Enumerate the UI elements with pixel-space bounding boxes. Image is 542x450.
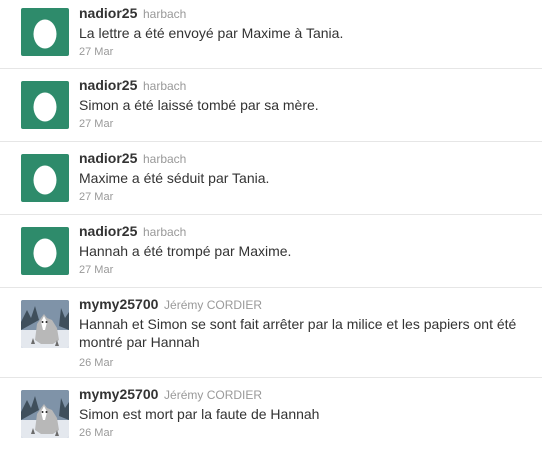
wolf-photo-avatar-icon[interactable] [21, 300, 69, 348]
username[interactable]: mymy25700 [79, 296, 158, 312]
timestamp[interactable]: 26 Mar [79, 356, 532, 370]
display-name[interactable]: harbach [143, 225, 186, 239]
tweet-item[interactable]: nadior25 harbach Simon a été laissé tomb… [0, 69, 542, 142]
tweet-item[interactable]: nadior25 harbach Maxime a été séduit par… [0, 142, 542, 215]
username[interactable]: nadior25 [79, 5, 137, 21]
tweet-text: La lettre a été envoyé par Maxime à Tani… [79, 25, 344, 41]
tweet-text: Simon est mort par la faute de Hannah [79, 406, 320, 422]
default-egg-avatar-icon[interactable] [21, 8, 69, 56]
display-name[interactable]: Jérémy CORDIER [164, 388, 262, 402]
display-name[interactable]: harbach [143, 79, 186, 93]
default-egg-avatar-icon[interactable] [21, 227, 69, 275]
tweet-item[interactable]: nadior25 harbach Hannah a été trompé par… [0, 215, 542, 288]
tweet-item[interactable]: nadior25 harbach La lettre a été envoyé … [0, 0, 542, 69]
username[interactable]: nadior25 [79, 223, 137, 239]
timestamp[interactable]: 27 Mar [79, 263, 532, 277]
tweet-text: Hannah a été trompé par Maxime. [79, 243, 292, 259]
tweet-item[interactable]: mymy25700 Jérémy CORDIER Simon est mort … [0, 378, 542, 450]
tweet-text: Maxime a été séduit par Tania. [79, 170, 270, 186]
display-name[interactable]: Jérémy CORDIER [164, 298, 262, 312]
timestamp[interactable]: 27 Mar [79, 190, 532, 204]
username[interactable]: nadior25 [79, 150, 137, 166]
tweet-text: Hannah et Simon se sont fait arrêter par… [79, 316, 517, 350]
timestamp[interactable]: 27 Mar [79, 45, 532, 59]
tweet-item[interactable]: mymy25700 Jérémy CORDIER Hannah et Simon… [0, 288, 542, 378]
display-name[interactable]: harbach [143, 152, 186, 166]
tweet-timeline: nadior25 harbach La lettre a été envoyé … [0, 0, 542, 450]
default-egg-avatar-icon[interactable] [21, 81, 69, 129]
tweet-text: Simon a été laissé tombé par sa mère. [79, 97, 319, 113]
timestamp[interactable]: 26 Mar [79, 426, 532, 440]
timestamp[interactable]: 27 Mar [79, 117, 532, 131]
wolf-photo-avatar-icon[interactable] [21, 390, 69, 438]
username[interactable]: nadior25 [79, 77, 137, 93]
display-name[interactable]: harbach [143, 7, 186, 21]
username[interactable]: mymy25700 [79, 386, 158, 402]
default-egg-avatar-icon[interactable] [21, 154, 69, 202]
